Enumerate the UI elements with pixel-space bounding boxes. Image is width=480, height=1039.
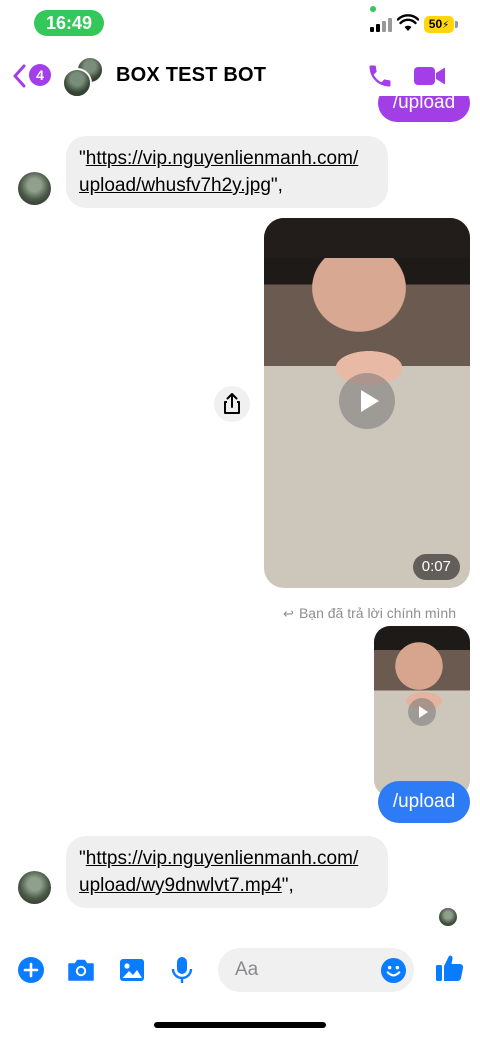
bot-message-link-mp4[interactable]: "https://vip.nguyenlienmanh.com/ upload/… — [66, 836, 388, 908]
quote-close: ", — [281, 875, 294, 896]
bot-avatar[interactable] — [18, 172, 51, 205]
reply-indicator: ↩ Bạn đã trả lời chính mình — [283, 605, 456, 622]
thumbs-up-icon[interactable] — [434, 952, 466, 984]
share-icon — [224, 393, 240, 414]
link-mp4-line2[interactable]: upload/wy9dnwlvt7.mp4 — [79, 875, 282, 896]
gallery-icon[interactable] — [116, 954, 148, 986]
bot-message-link-jpg[interactable]: "https://vip.nguyenlienmanh.com/ upload/… — [66, 136, 388, 208]
play-icon[interactable] — [339, 373, 395, 429]
seen-receipt-avatar — [439, 908, 457, 926]
quote-open: " — [79, 848, 86, 869]
replied-video-preview[interactable] — [374, 626, 470, 796]
video-message[interactable]: 0:07 — [264, 218, 470, 588]
plus-icon[interactable] — [15, 954, 47, 986]
video-duration: 0:07 — [412, 554, 460, 580]
composer-bar — [0, 940, 480, 1000]
avatar — [62, 68, 92, 98]
video-camera-icon[interactable] — [413, 62, 447, 90]
battery-tip — [455, 21, 458, 28]
chat-title[interactable]: BOX TEST BOT — [116, 64, 266, 87]
sent-message-upload-reply[interactable]: /upload — [378, 781, 470, 823]
home-indicator — [154, 1022, 326, 1028]
battery-level: 50 — [428, 17, 443, 31]
link-jpg-line2[interactable]: upload/whusfv7h2y.jpg — [79, 175, 271, 196]
reply-note-text: Bạn đã trả lời chính mình — [298, 605, 456, 621]
bot-avatar[interactable] — [18, 871, 51, 904]
wifi-icon — [397, 14, 419, 31]
status-time: 16:49 — [34, 10, 104, 36]
phone-icon[interactable] — [366, 62, 394, 90]
microphone-icon[interactable] — [166, 954, 198, 986]
video-thumbnail — [264, 218, 470, 258]
quote-close: ", — [270, 175, 283, 196]
share-button[interactable] — [214, 386, 250, 422]
emoji-icon[interactable] — [380, 957, 407, 984]
privacy-indicator-dot — [370, 6, 376, 12]
message-list[interactable]: /upload "https://vip.nguyenlienmanh.com/… — [0, 96, 480, 936]
link-mp4-line1[interactable]: https://vip.nguyenlienmanh.com/ — [86, 848, 359, 869]
reply-arrow-icon: ↩ — [283, 606, 294, 621]
battery-icon: 50⚡ — [424, 16, 454, 33]
back-chevron-icon — [13, 64, 26, 88]
link-jpg-line1[interactable]: https://vip.nguyenlienmanh.com/ — [86, 148, 359, 169]
play-icon — [408, 698, 436, 726]
back-button[interactable]: 4 — [12, 62, 56, 90]
quote-open: " — [79, 148, 86, 169]
status-bar: 16:49 50⚡ — [0, 0, 480, 44]
group-avatar[interactable] — [62, 56, 106, 98]
camera-icon[interactable] — [65, 954, 97, 986]
signal-icon — [370, 18, 392, 32]
unread-count-badge: 4 — [29, 64, 51, 86]
sent-message-upload[interactable]: /upload — [378, 96, 470, 122]
